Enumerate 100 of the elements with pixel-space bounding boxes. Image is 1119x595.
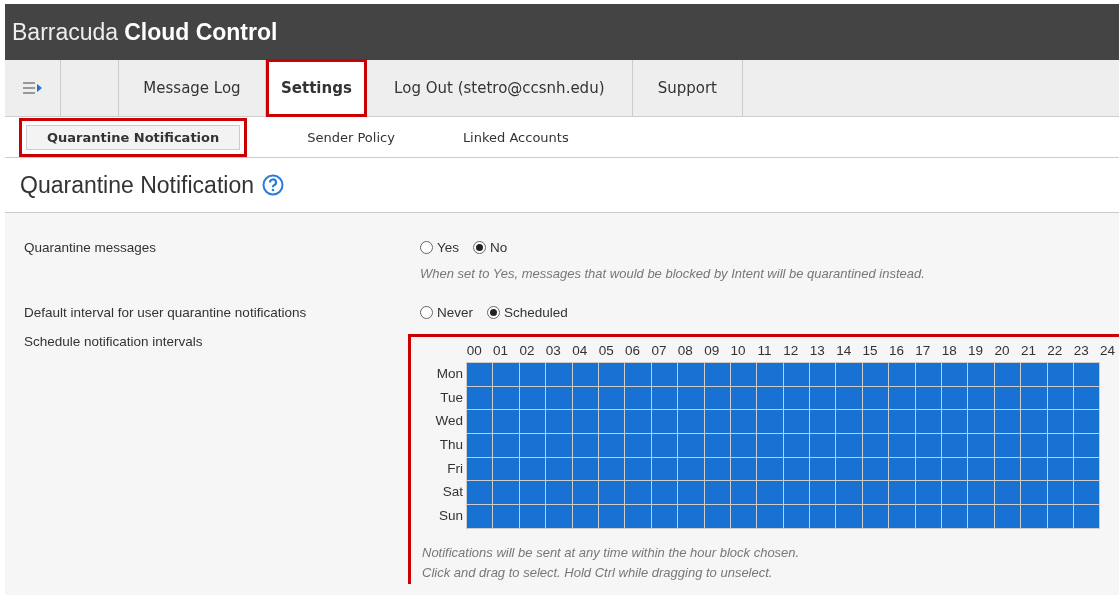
time-slot[interactable] (546, 457, 572, 481)
time-slot[interactable] (1074, 386, 1100, 410)
time-slot[interactable] (783, 481, 810, 505)
time-slot[interactable] (810, 386, 836, 410)
time-slot[interactable] (862, 386, 889, 410)
time-slot[interactable] (810, 434, 836, 457)
time-slot[interactable] (730, 386, 757, 410)
time-slot[interactable] (651, 434, 678, 457)
time-slot[interactable] (704, 457, 730, 481)
time-slot[interactable] (1074, 457, 1100, 481)
time-slot[interactable] (598, 481, 625, 505)
time-slot[interactable] (915, 386, 942, 410)
time-slot[interactable] (757, 386, 783, 410)
radio-option[interactable]: Never (420, 305, 473, 320)
time-slot[interactable] (783, 363, 810, 386)
time-slot[interactable] (783, 434, 810, 457)
help-icon[interactable] (261, 174, 284, 196)
time-slot[interactable] (651, 410, 678, 434)
time-slot[interactable] (783, 410, 810, 434)
time-slot[interactable] (572, 457, 598, 481)
time-slot[interactable] (678, 410, 704, 434)
radio-button[interactable] (473, 241, 487, 254)
time-slot[interactable] (968, 410, 994, 434)
time-slot[interactable] (1047, 481, 1073, 505)
time-slot[interactable] (598, 457, 625, 481)
time-slot[interactable] (572, 434, 598, 457)
time-slot[interactable] (1047, 505, 1073, 528)
time-slot[interactable] (704, 363, 730, 386)
time-slot[interactable] (519, 434, 546, 457)
time-slot[interactable] (678, 481, 704, 505)
time-slot[interactable] (678, 457, 704, 481)
radio-button[interactable] (420, 306, 433, 319)
time-slot[interactable] (968, 457, 994, 481)
radio-button[interactable] (420, 241, 433, 254)
time-slot[interactable] (678, 386, 704, 410)
nav-tab[interactable]: Settings (266, 59, 367, 117)
time-slot[interactable] (572, 386, 598, 410)
time-slot[interactable] (625, 457, 651, 481)
time-slot[interactable] (1074, 363, 1100, 386)
time-slot[interactable] (994, 481, 1021, 505)
time-slot[interactable] (1074, 434, 1100, 457)
time-slot[interactable] (493, 410, 519, 434)
time-slot[interactable] (942, 457, 968, 481)
nav-tab[interactable]: Support (632, 60, 743, 116)
time-slot[interactable] (783, 386, 810, 410)
time-slot[interactable] (1021, 410, 1047, 434)
time-slot[interactable] (1047, 410, 1073, 434)
time-slot[interactable] (730, 481, 757, 505)
time-slot[interactable] (598, 505, 625, 528)
time-slot[interactable] (942, 363, 968, 386)
time-slot[interactable] (915, 434, 942, 457)
time-slot[interactable] (1047, 386, 1073, 410)
time-slot[interactable] (1047, 363, 1073, 386)
time-slot[interactable] (572, 481, 598, 505)
time-slot[interactable] (862, 410, 889, 434)
time-slot[interactable] (915, 363, 942, 386)
time-slot[interactable] (1074, 481, 1100, 505)
sub-tab[interactable]: Quarantine Notification (19, 117, 248, 157)
time-slot[interactable] (1021, 457, 1047, 481)
time-slot[interactable] (651, 386, 678, 410)
time-slot[interactable] (994, 505, 1021, 528)
time-slot[interactable] (493, 457, 519, 481)
time-slot[interactable] (862, 481, 889, 505)
time-slot[interactable] (651, 457, 678, 481)
time-slot[interactable] (467, 386, 493, 410)
time-slot[interactable] (730, 363, 757, 386)
time-slot[interactable] (467, 505, 493, 528)
time-slot[interactable] (651, 481, 678, 505)
time-slot[interactable] (810, 505, 836, 528)
time-slot[interactable] (730, 457, 757, 481)
time-slot[interactable] (1021, 481, 1047, 505)
time-slot[interactable] (915, 410, 942, 434)
time-slot[interactable] (889, 410, 915, 434)
time-slot[interactable] (519, 410, 546, 434)
time-slot[interactable] (493, 481, 519, 505)
time-slot[interactable] (519, 505, 546, 528)
time-slot[interactable] (810, 363, 836, 386)
time-slot[interactable] (783, 457, 810, 481)
time-slot[interactable] (862, 505, 889, 528)
time-slot[interactable] (889, 386, 915, 410)
time-slot[interactable] (519, 481, 546, 505)
time-slot[interactable] (994, 434, 1021, 457)
time-slot[interactable] (598, 386, 625, 410)
time-slot[interactable] (968, 386, 994, 410)
time-slot[interactable] (810, 410, 836, 434)
time-slot[interactable] (598, 410, 625, 434)
time-slot[interactable] (651, 505, 678, 528)
time-slot[interactable] (862, 457, 889, 481)
time-slot[interactable] (915, 457, 942, 481)
time-slot[interactable] (704, 434, 730, 457)
time-slot[interactable] (730, 505, 757, 528)
radio-option[interactable]: Scheduled (487, 305, 568, 320)
time-slot[interactable] (942, 505, 968, 528)
time-slot[interactable] (467, 481, 493, 505)
radio-button[interactable] (487, 306, 500, 319)
time-slot[interactable] (625, 410, 651, 434)
time-slot[interactable] (915, 505, 942, 528)
time-slot[interactable] (757, 457, 783, 481)
time-slot[interactable] (836, 457, 862, 481)
time-slot[interactable] (467, 410, 493, 434)
